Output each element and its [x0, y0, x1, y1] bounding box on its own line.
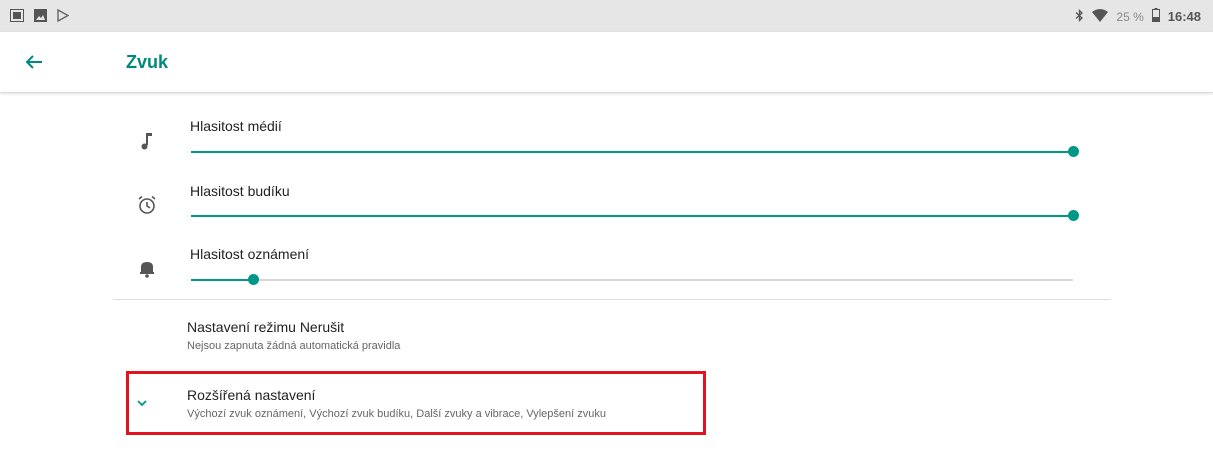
notification-volume-label: Hlasitost oznámení	[190, 246, 310, 262]
status-bar-right: 25 % 16:48	[1075, 8, 1201, 25]
play-store-icon	[57, 8, 70, 27]
alarm-icon	[135, 193, 159, 217]
highlight-box	[126, 371, 706, 435]
media-volume-fill	[191, 151, 1073, 153]
section-divider	[113, 299, 1111, 300]
media-volume-label: Hlasitost médií	[190, 118, 282, 134]
notification-volume-track[interactable]	[191, 279, 1073, 281]
gallery-icon	[10, 9, 24, 27]
arrow-back-icon[interactable]	[22, 50, 46, 74]
clock: 16:48	[1167, 9, 1201, 24]
wifi-icon	[1092, 8, 1109, 25]
page-title: Zvuk	[126, 52, 169, 72]
music-note-icon	[135, 130, 159, 154]
notification-volume-thumb[interactable]	[248, 274, 259, 285]
status-bar: 25 % 16:48	[0, 0, 1213, 32]
dnd-settings-title: Nastavení režimu Nerušit	[187, 319, 345, 335]
bluetooth-icon	[1075, 8, 1084, 25]
app-bar: Zvuk	[0, 32, 1213, 93]
alarm-volume-thumb[interactable]	[1068, 210, 1079, 221]
battery-icon	[1151, 8, 1160, 25]
bell-icon	[135, 256, 159, 280]
dnd-settings-subtitle: Nejsou zapnuta žádná automatická pravidl…	[187, 340, 401, 352]
status-bar-left-icons	[10, 8, 70, 27]
notification-volume-fill	[191, 279, 253, 281]
alarm-volume-fill	[191, 215, 1073, 217]
media-volume-thumb[interactable]	[1068, 146, 1079, 157]
alarm-volume-label: Hlasitost budíku	[190, 183, 290, 199]
image-icon	[34, 9, 47, 27]
battery-percent: 25 %	[1116, 9, 1144, 24]
